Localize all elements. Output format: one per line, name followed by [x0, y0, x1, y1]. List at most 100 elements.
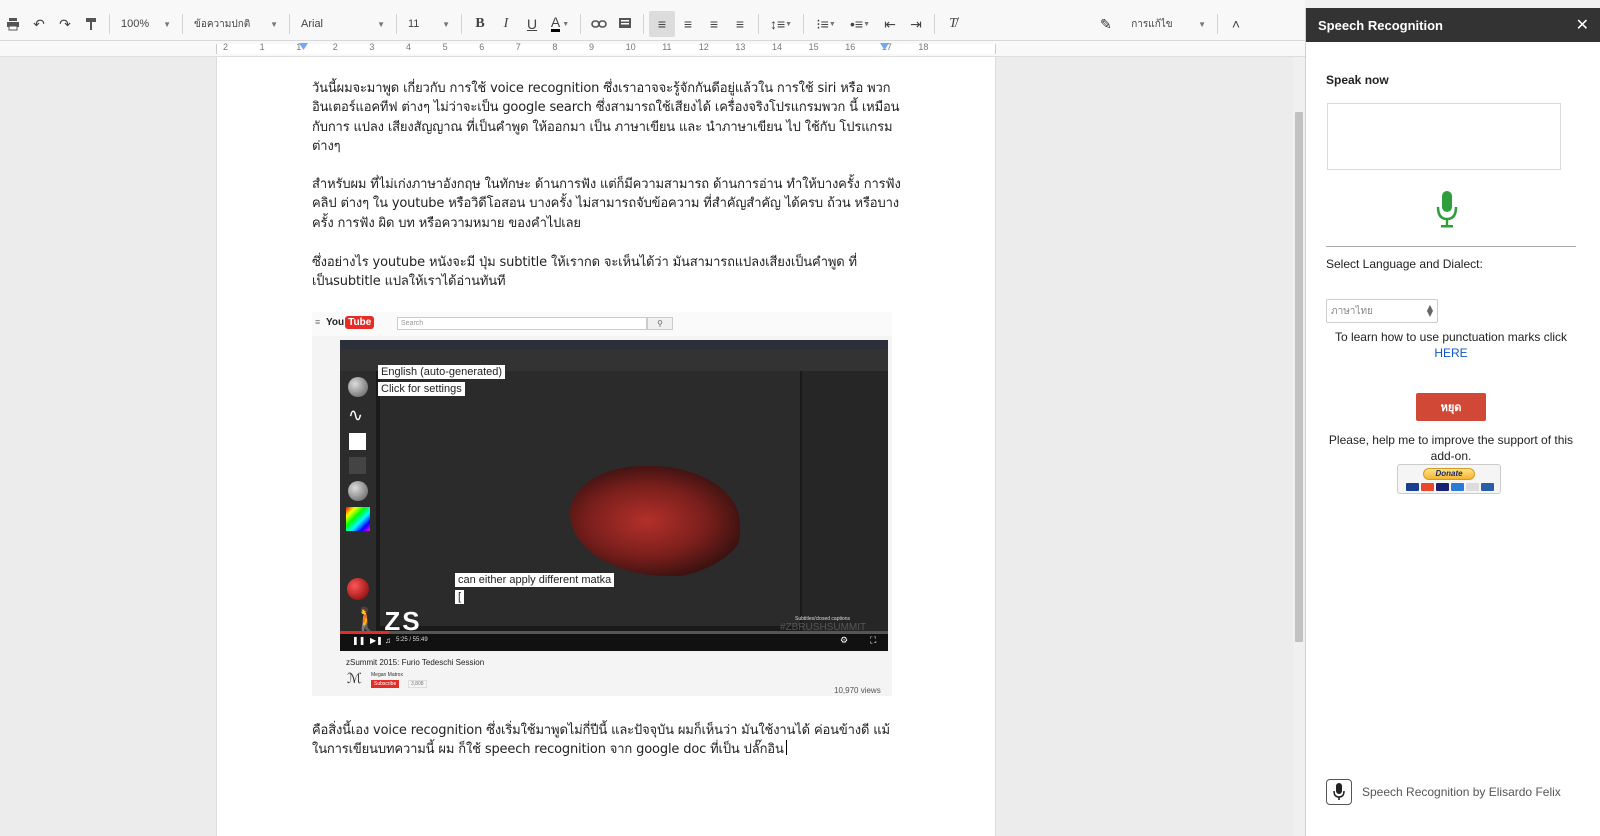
paragraph-2[interactable]: สำหรับผม ที่ไม่เก่งภาษาอังกฤษ ในทักษะ ด้… [312, 175, 902, 233]
text-color-icon[interactable]: A ▼ [545, 11, 575, 37]
punctuation-help: To learn how to use punctuation marks cl… [1326, 329, 1576, 361]
video-title: zSummit 2015: Furio Tedeschi Session [346, 658, 485, 667]
stop-button[interactable]: หยุด [1416, 393, 1486, 421]
toolbar-divider [109, 14, 110, 34]
paint-format-icon[interactable] [78, 11, 104, 37]
view-count: 10,970 views [834, 686, 881, 695]
youtube-header: ≡ You Tube Search ⚲ [312, 312, 892, 336]
sculpt-model [570, 466, 740, 576]
video-frame: ∿ English (auto-generated) Click for set… [340, 340, 888, 651]
channel-name: Megan Matrox [371, 672, 403, 678]
top-strip [0, 0, 1305, 8]
language-label: Select Language and Dialect: [1326, 257, 1483, 271]
toolbar-divider [1217, 14, 1218, 34]
ruler-tick-label: 2 [332, 42, 338, 52]
clear-formatting-icon[interactable]: T̸ [940, 11, 966, 37]
pencil-icon: ✎ [1100, 15, 1112, 32]
editing-mode-select[interactable]: ✎ การแก้ไข ▼ [1094, 11, 1212, 37]
ruler-tick-label: 1 [259, 42, 265, 52]
transcript-box[interactable] [1327, 103, 1561, 170]
volume-icon: ♫ [385, 636, 391, 645]
increase-indent-icon[interactable]: ⇥ [903, 11, 929, 37]
ruler-tick-label: 10 [625, 42, 636, 52]
toolbar-divider [396, 14, 397, 34]
font-size-select[interactable]: 11 ▼ [402, 11, 456, 37]
zbrush-canvas [380, 371, 800, 626]
card-icon [1451, 483, 1464, 491]
text-cursor [785, 740, 787, 756]
style-select[interactable]: ข้อความปกติ ▼ [188, 11, 284, 37]
line-spacing-icon[interactable]: ↕≡ ▼ [764, 11, 798, 37]
font-value: Arial [301, 18, 324, 30]
zoom-value: 100% [121, 18, 150, 30]
toolbar-divider [580, 14, 581, 34]
close-icon[interactable]: ✕ [1576, 15, 1589, 35]
caption-line-2: [ [455, 590, 465, 604]
punctuation-text: To learn how to use punctuation marks cl… [1334, 330, 1568, 344]
ruler-tick-label: 4 [406, 42, 412, 52]
document-page[interactable]: วันนี้ผมจะมาพูด เกี่ยวกับ การใช้ voice r… [216, 57, 996, 836]
undo-icon[interactable]: ↶ [26, 11, 52, 37]
decrease-indent-icon[interactable]: ⇤ [877, 11, 903, 37]
settings-icon: ⚙ [840, 635, 849, 645]
scrollbar-thumb[interactable] [1295, 112, 1303, 642]
punctuation-here-link[interactable]: HERE [1434, 346, 1467, 360]
ruler-tick-label: 6 [479, 42, 485, 52]
pause-icon: ❚❚ [352, 636, 366, 645]
comment-icon[interactable] [612, 11, 638, 37]
donate-button[interactable]: Donate [1423, 468, 1475, 480]
video-progress [340, 631, 888, 634]
underline-icon[interactable]: U [519, 11, 545, 37]
document-area: วันนี้ผมจะมาพูด เกี่ยวกับ การใช้ voice r… [0, 57, 1290, 836]
ruler-tick-label: 5 [442, 42, 448, 52]
align-justify-icon[interactable]: ≡ [727, 11, 753, 37]
card-icon [1406, 483, 1419, 491]
bulleted-list-icon[interactable]: •≡ ▼ [843, 11, 877, 37]
help-text: Please, help me to improve the support o… [1328, 433, 1574, 463]
redo-icon[interactable]: ↷ [52, 11, 78, 37]
document-scrollbar[interactable] [1293, 57, 1305, 836]
speak-now-label: Speak now [1326, 73, 1389, 87]
chevron-down-icon: ▼ [1198, 19, 1206, 29]
ruler-tick-label: 18 [918, 42, 929, 52]
subscriber-count: 3,808 [408, 680, 427, 688]
print-icon[interactable] [0, 11, 26, 37]
italic-icon[interactable]: I [493, 11, 519, 37]
font-select[interactable]: Arial ▼ [295, 11, 391, 37]
numbered-list-icon[interactable]: ⁝≡ ▼ [809, 11, 843, 37]
search-icon: ⚲ [647, 317, 673, 330]
embedded-youtube-screenshot[interactable]: ≡ You Tube Search ⚲ ∿ English (auto-gene… [312, 312, 892, 696]
youtube-logo: You Tube [326, 316, 375, 329]
ruler-tick-label: 8 [552, 42, 558, 52]
collapse-toolbar-icon[interactable]: ˄ [1223, 11, 1249, 37]
paragraph-4[interactable]: คือสิ่งนี้เอง voice recognition ซึ่งเริ่… [312, 721, 902, 760]
speech-recognition-sidebar: Speech Recognition ✕ Speak now Select La… [1305, 8, 1600, 836]
ruler-tick-label: 14 [772, 42, 783, 52]
color-picker-icon [346, 507, 370, 531]
language-select[interactable]: ภาษาไทย ▲ ▼ [1326, 299, 1438, 323]
ruler-tick-label: 15 [808, 42, 819, 52]
zbrush-right-tray [802, 371, 888, 631]
zoom-select[interactable]: 100% ▼ [115, 11, 177, 37]
align-left-icon[interactable]: ≡ [649, 11, 675, 37]
donate-widget[interactable]: Donate [1397, 464, 1501, 494]
paragraph-3[interactable]: ซึ่งอย่างไร youtube หนังจะมี ปุ่ม subtit… [312, 253, 902, 292]
link-icon[interactable] [586, 11, 612, 37]
caption-language: English (auto-generated) [378, 365, 506, 379]
align-right-icon[interactable]: ≡ [701, 11, 727, 37]
toolbar-divider [803, 14, 804, 34]
paragraph-1[interactable]: วันนี้ผมจะมาพูด เกี่ยวกับ การใช้ voice r… [312, 79, 902, 156]
zbrush-left-tray: ∿ [340, 371, 376, 631]
ruler-tick-label: 12 [698, 42, 709, 52]
editing-mode-value: การแก้ไข [1131, 18, 1173, 30]
toolbar-divider [289, 14, 290, 34]
card-icon [1481, 483, 1494, 491]
material-sphere-icon [348, 481, 368, 501]
style-value: ข้อความปกติ [194, 18, 251, 30]
microphone-icon[interactable] [1436, 190, 1458, 230]
toolbar-divider [934, 14, 935, 34]
alpha-square-icon [349, 433, 366, 450]
align-center-icon[interactable]: ≡ [675, 11, 701, 37]
toolbar-divider [643, 14, 644, 34]
bold-icon[interactable]: B [467, 11, 493, 37]
